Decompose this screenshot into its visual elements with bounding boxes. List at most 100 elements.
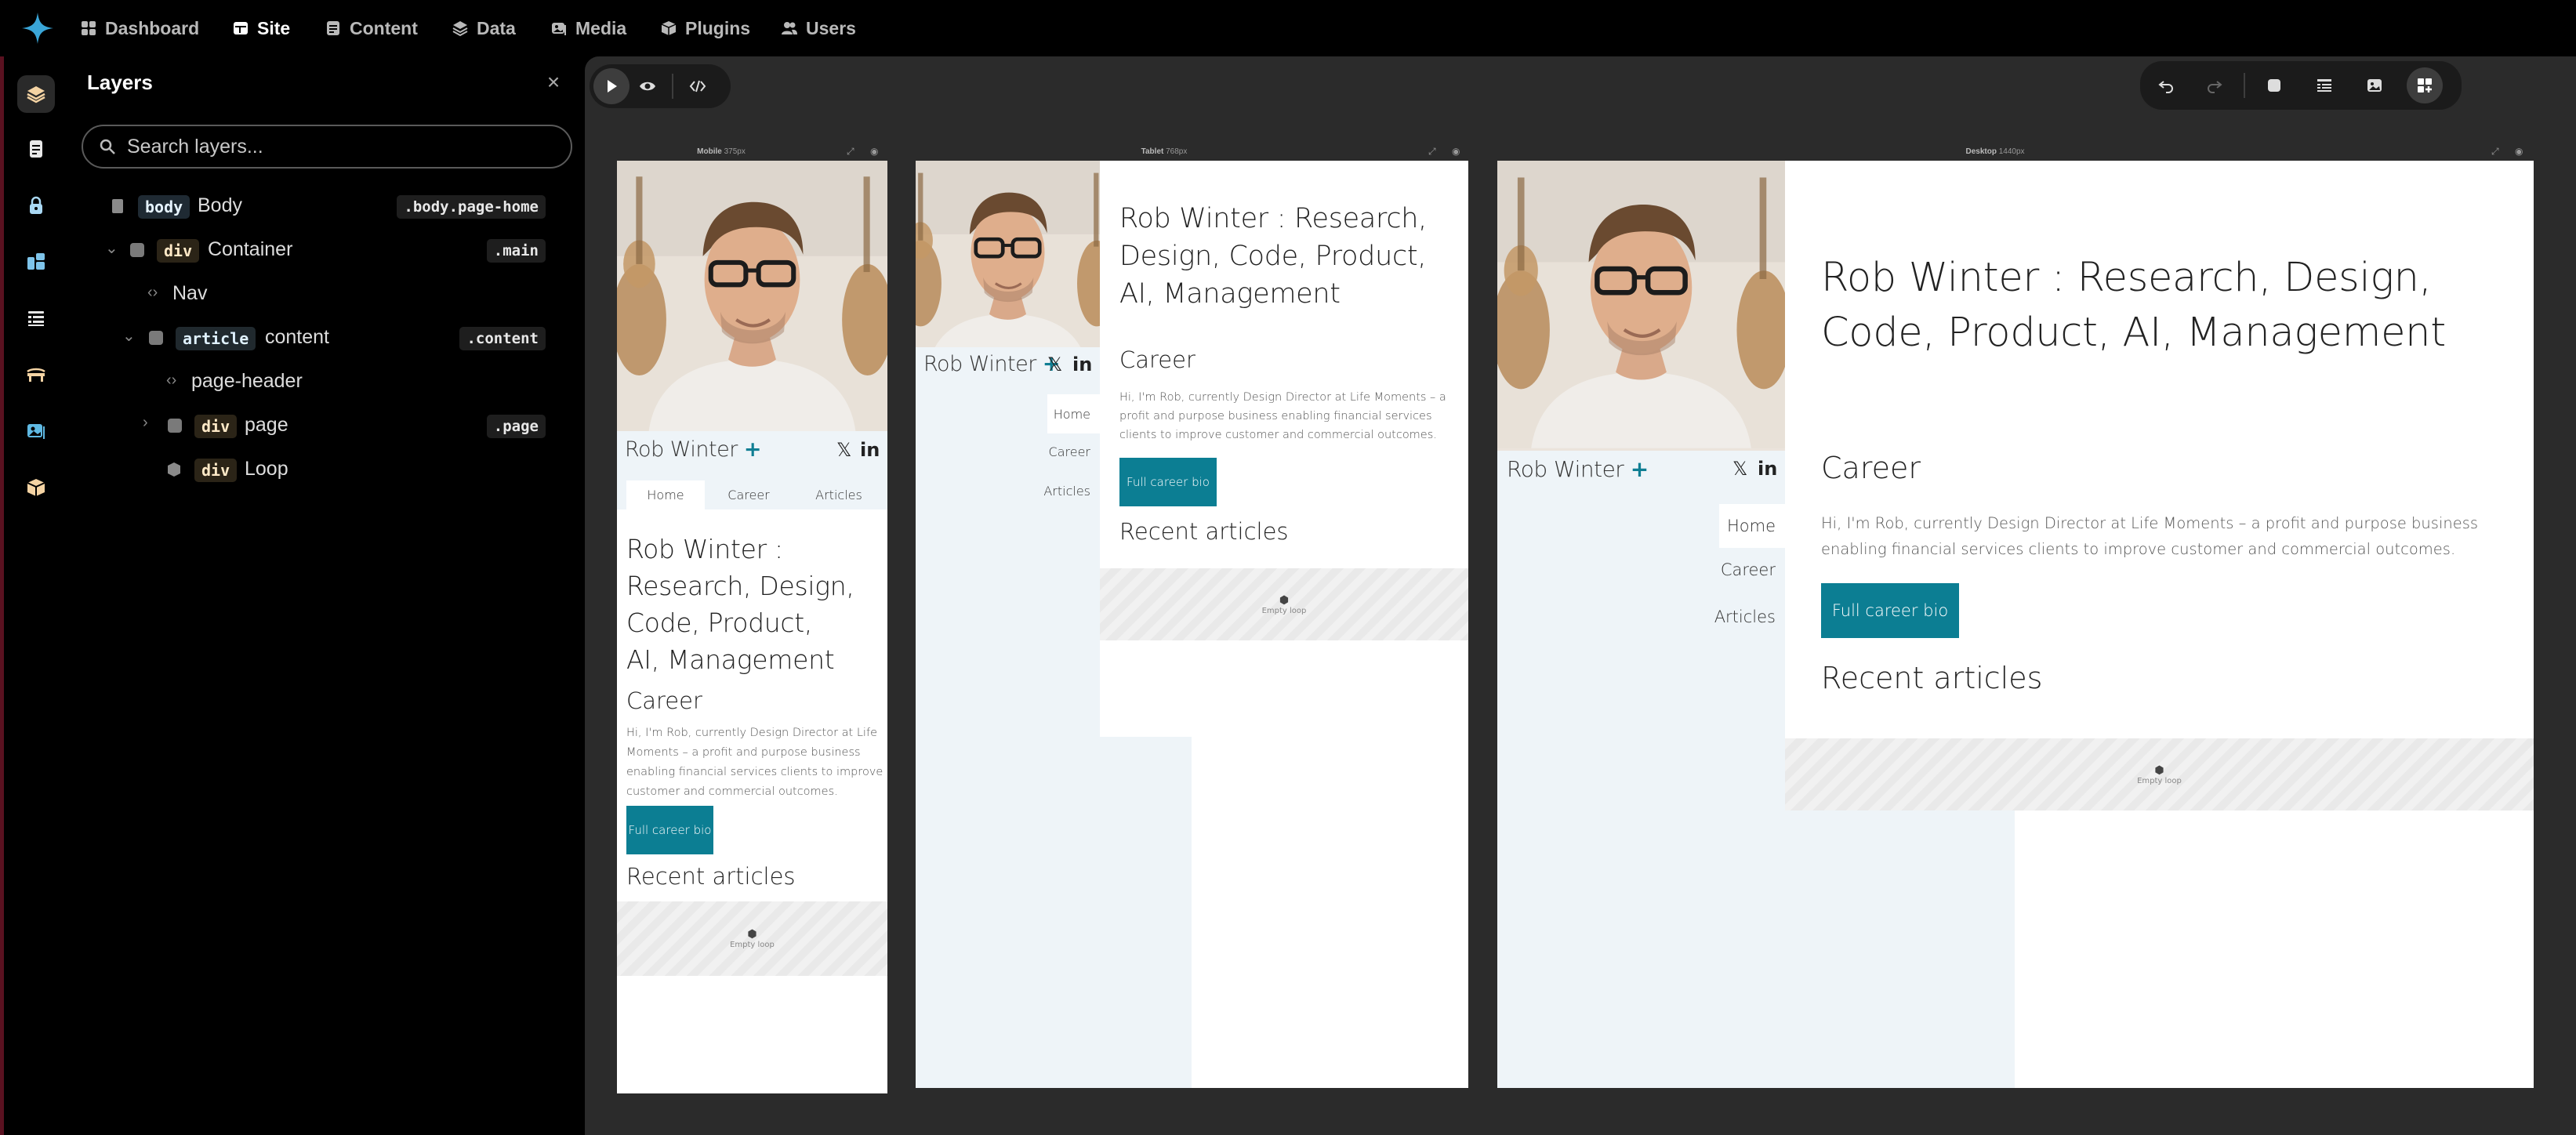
- linkedin-icon[interactable]: in: [860, 439, 880, 461]
- toolbar-divider: [2244, 73, 2245, 98]
- site-name[interactable]: Rob Winter +: [625, 437, 762, 462]
- layer-name: Loop: [245, 458, 288, 480]
- layer-row-body[interactable]: body Body .body.page-home: [0, 188, 564, 224]
- hero-line: Code, Product, AI, Management: [1821, 310, 2446, 356]
- x-icon[interactable]: 𝕏: [1732, 458, 1747, 480]
- search-layers-input[interactable]: [127, 135, 535, 158]
- search-layers-field[interactable]: [82, 125, 572, 169]
- layer-row-page-header[interactable]: ‹› page-header: [0, 364, 564, 400]
- mobile-tab-home[interactable]: Home: [626, 480, 705, 509]
- desktop-nav-articles[interactable]: Articles: [1701, 607, 1776, 626]
- component-icon: ‹›: [147, 284, 158, 301]
- nav-plugins[interactable]: Plugins: [660, 14, 750, 42]
- tablet-nav-career[interactable]: Career: [1033, 444, 1090, 459]
- nav-content[interactable]: Content: [325, 14, 418, 42]
- app-logo-icon[interactable]: [20, 11, 55, 45]
- eye-icon[interactable]: ◉: [1452, 146, 1463, 157]
- image-tool-button[interactable]: [2356, 67, 2393, 103]
- bio-line: Hi, I'm Rob, currently Design Director a…: [626, 727, 877, 739]
- expand-icon[interactable]: ⤢: [2491, 146, 2502, 157]
- cursor-icon: [608, 80, 617, 92]
- site-name-text: Rob Winter: [1507, 456, 1624, 482]
- add-component-button[interactable]: [2407, 67, 2443, 103]
- layer-row-page[interactable]: › div page .page: [0, 408, 564, 444]
- rail-layers[interactable]: [17, 75, 55, 113]
- mobile-frame-label: Mobile 375px: [674, 147, 768, 156]
- image-icon: [2367, 79, 2382, 92]
- select-tool-button[interactable]: [593, 68, 629, 104]
- mobile-tab-career[interactable]: Career: [709, 480, 788, 509]
- nav-label: Data: [477, 17, 516, 38]
- close-icon[interactable]: ×: [543, 71, 564, 93]
- box-tool-button[interactable]: [2256, 67, 2292, 103]
- nav-label: Plugins: [685, 17, 751, 38]
- text-tool-button[interactable]: [2306, 67, 2342, 103]
- code-view-button[interactable]: [680, 68, 716, 104]
- mobile-preview-frame[interactable]: Rob Winter + 𝕏 in Home Career Articles R…: [617, 161, 887, 1093]
- box-icon: [149, 331, 163, 345]
- portrait-image: [1497, 161, 1785, 451]
- full-career-bio-button[interactable]: Full career bio: [1119, 458, 1217, 506]
- tablet-nav-articles[interactable]: Articles: [1033, 484, 1090, 499]
- nav-site[interactable]: Site: [232, 14, 290, 42]
- desktop-nav-career[interactable]: Career: [1701, 560, 1776, 579]
- bio-line: clients to improve customer and commerci…: [1119, 429, 1437, 441]
- rail-pages[interactable]: [17, 130, 55, 168]
- nav-media[interactable]: Media: [550, 14, 626, 42]
- redo-button[interactable]: [2197, 67, 2233, 103]
- hero-title: Rob Winter : Research, Design, Code, Pro…: [1119, 200, 1427, 313]
- grid-add-icon: [2418, 78, 2432, 92]
- component-icon: ‹›: [166, 372, 177, 389]
- layer-row-content[interactable]: ⌄ article content .content: [0, 320, 564, 356]
- box-icon: [130, 243, 144, 257]
- layer-tag: div: [194, 459, 238, 482]
- site-icon: [234, 22, 248, 34]
- chevron-right-icon[interactable]: ›: [143, 414, 148, 432]
- undo-button[interactable]: [2148, 67, 2184, 103]
- site-name[interactable]: Rob Winter +: [923, 352, 1061, 376]
- x-icon[interactable]: 𝕏: [1047, 354, 1062, 375]
- layer-name: content: [265, 326, 330, 348]
- expand-icon[interactable]: ⤢: [1428, 146, 1439, 157]
- hero-line: Code, Product,: [626, 607, 813, 638]
- layer-row-container[interactable]: ⌄ div Container .main: [0, 232, 564, 268]
- hero-line: Rob Winter : Research,: [1119, 203, 1428, 234]
- linkedin-icon[interactable]: in: [1758, 458, 1777, 480]
- search-icon: [100, 139, 115, 154]
- layer-name: Container: [208, 238, 293, 260]
- full-career-bio-button[interactable]: Full career bio: [626, 806, 713, 854]
- loop-icon: ⬢: [1279, 593, 1290, 607]
- pages-icon: [30, 140, 42, 158]
- layer-tag: article: [176, 327, 256, 350]
- bio-line: profit and purpose business enabling fin…: [1119, 410, 1432, 422]
- bio-line: enabling financial services clients to i…: [1821, 540, 2456, 558]
- full-career-bio-button[interactable]: Full career bio: [1821, 583, 1959, 638]
- layer-row-loop[interactable]: div Loop: [0, 451, 564, 488]
- desktop-preview-frame[interactable]: Rob Winter + 𝕏 in Home Career Articles R…: [1497, 161, 2534, 1088]
- eye-icon[interactable]: ◉: [2515, 146, 2526, 157]
- nav-users[interactable]: Users: [781, 14, 856, 42]
- linkedin-icon[interactable]: in: [1072, 354, 1092, 375]
- chevron-down-icon[interactable]: ⌄: [122, 326, 136, 346]
- tablet-nav-home[interactable]: Home: [1047, 394, 1100, 433]
- loop-icon: [168, 462, 180, 477]
- nav-label: Dashboard: [105, 17, 200, 38]
- site-name[interactable]: Rob Winter +: [1507, 456, 1649, 482]
- preview-button[interactable]: [629, 68, 666, 104]
- layer-class: .content: [459, 327, 546, 350]
- eye-icon[interactable]: ◉: [870, 146, 881, 157]
- toolbar-divider: [672, 74, 673, 99]
- tablet-preview-frame[interactable]: Rob Winter + 𝕏 in Home Career Articles R…: [916, 161, 1468, 1088]
- nav-data[interactable]: Data: [452, 14, 516, 42]
- bio-line: Moments – a profit and purpose business: [626, 746, 861, 759]
- nav-dashboard[interactable]: Dashboard: [80, 14, 199, 42]
- top-navigation: Dashboard Site Content Data Media Plugin…: [0, 0, 2576, 56]
- x-icon[interactable]: 𝕏: [836, 439, 851, 461]
- chevron-down-icon[interactable]: ⌄: [105, 238, 118, 258]
- dashboard-icon: [82, 21, 96, 35]
- desktop-nav-home[interactable]: Home: [1719, 504, 1785, 548]
- mobile-tab-articles[interactable]: Articles: [796, 480, 882, 509]
- expand-icon[interactable]: ⤢: [847, 146, 858, 157]
- bio-text: Hi, I'm Rob, currently Design Director a…: [626, 723, 883, 802]
- layer-row-nav[interactable]: ‹› Nav: [0, 276, 564, 312]
